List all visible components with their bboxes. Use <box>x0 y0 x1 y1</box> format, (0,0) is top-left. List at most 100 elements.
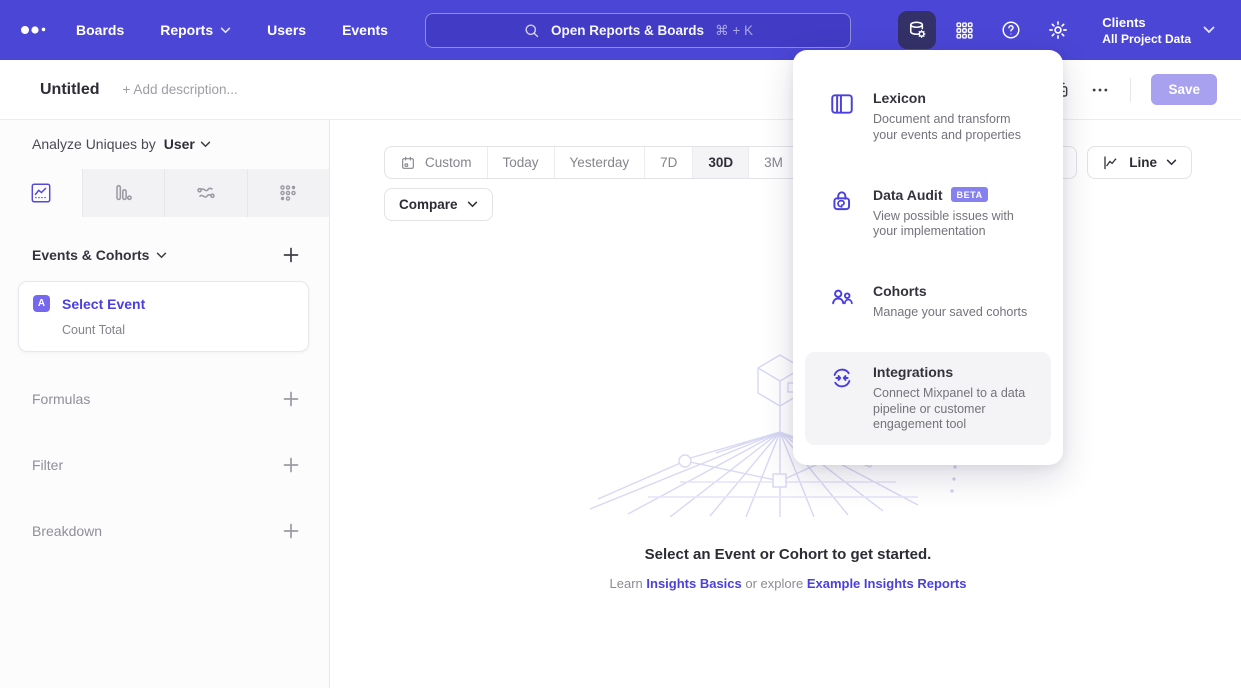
chevron-down-icon <box>467 201 478 208</box>
settings-button[interactable] <box>1039 11 1077 49</box>
nav-item-reports[interactable]: Reports <box>160 22 231 38</box>
menu-item-title: Integrations <box>873 364 1037 380</box>
events-section-header: Events & Cohorts <box>0 217 329 279</box>
chart-type-dropdown[interactable]: Line <box>1087 146 1192 179</box>
tab-bar-chart[interactable] <box>83 169 166 217</box>
menu-item-body: Lexicon Document and transform your even… <box>873 90 1037 144</box>
formulas-section: Formulas <box>0 366 329 432</box>
line-chart-icon <box>1102 154 1120 172</box>
chevron-down-icon <box>1166 159 1177 166</box>
range-30d-active[interactable]: 30D <box>693 147 749 178</box>
breakdown-section: Breakdown <box>0 498 329 564</box>
bar-chart-icon <box>112 182 134 204</box>
mixpanel-logo-icon[interactable] <box>18 22 52 38</box>
flows-icon <box>195 182 217 204</box>
range-label: Custom <box>425 155 472 170</box>
menu-item-description: Connect Mixpanel to a data pipeline or c… <box>873 386 1037 433</box>
events-section-toggle[interactable]: Events & Cohorts <box>32 247 167 263</box>
range-label: 30D <box>708 155 733 170</box>
gear-icon <box>1047 19 1069 41</box>
report-canvas: Custom Today Yesterday 7D 30D 3M 6M <box>330 120 1241 688</box>
divider <box>1130 78 1131 102</box>
event-card-row: A Select Event <box>33 295 294 312</box>
report-actions: Save <box>1050 74 1217 105</box>
range-yesterday[interactable]: Yesterday <box>555 147 646 178</box>
search-icon <box>523 22 540 39</box>
compare-label: Compare <box>399 197 458 212</box>
nav-item-events[interactable]: Events <box>342 22 388 38</box>
chart-type-tabs <box>0 169 329 217</box>
analyze-label: Analyze Uniques by <box>32 136 156 152</box>
plus-icon <box>283 247 299 263</box>
compare-dropdown[interactable]: Compare <box>384 188 493 221</box>
menu-item-lexicon[interactable]: Lexicon Document and transform your even… <box>805 78 1051 156</box>
menu-item-data-audit[interactable]: Data Audit BETA View possible issues wit… <box>805 175 1051 253</box>
nav-item-label: Events <box>342 22 388 38</box>
plus-icon <box>283 523 299 539</box>
tab-flows[interactable] <box>165 169 248 217</box>
ellipsis-icon <box>1090 80 1110 100</box>
data-management-menu: Lexicon Document and transform your even… <box>793 50 1063 465</box>
range-label: Yesterday <box>570 155 630 170</box>
event-metric-dropdown[interactable]: Count Total <box>62 323 294 337</box>
range-7d[interactable]: 7D <box>645 147 693 178</box>
filter-label: Filter <box>32 457 63 473</box>
add-breakdown-button[interactable] <box>283 523 299 539</box>
subtitle-text: Learn <box>610 576 647 591</box>
chart-type-label: Line <box>1129 155 1157 170</box>
cohorts-icon <box>829 283 855 321</box>
plus-icon <box>283 457 299 473</box>
add-description-field[interactable]: + Add description... <box>123 82 238 97</box>
range-today[interactable]: Today <box>488 147 555 178</box>
menu-item-body: Integrations Connect Mixpanel to a data … <box>873 364 1037 433</box>
chart-toolbar: Custom Today Yesterday 7D 30D 3M 6M <box>384 146 1192 179</box>
more-options-button[interactable] <box>1090 80 1110 100</box>
menu-item-description: Manage your saved cohorts <box>873 305 1027 321</box>
select-event-button[interactable]: Select Event <box>62 296 145 312</box>
breakdown-label: Breakdown <box>32 523 102 539</box>
nav-item-boards[interactable]: Boards <box>76 22 124 38</box>
calendar-icon <box>400 155 416 171</box>
nav-item-label: Boards <box>76 22 124 38</box>
menu-item-title-text: Data Audit <box>873 187 942 203</box>
add-filter-button[interactable] <box>283 457 299 473</box>
range-label: Today <box>503 155 539 170</box>
menu-item-title: Data Audit BETA <box>873 187 1037 203</box>
tab-retention[interactable] <box>248 169 330 217</box>
help-button[interactable] <box>992 11 1030 49</box>
range-3m[interactable]: 3M <box>749 147 799 178</box>
chevron-down-icon <box>156 252 167 259</box>
apps-grid-icon <box>954 20 975 41</box>
menu-item-body: Cohorts Manage your saved cohorts <box>873 283 1027 321</box>
project-labels: Clients All Project Data <box>1102 15 1191 46</box>
menu-item-title: Lexicon <box>873 90 1037 106</box>
analyze-value-dropdown[interactable]: User <box>164 136 211 152</box>
search-placeholder: Open Reports & Boards <box>551 23 704 38</box>
add-event-button[interactable] <box>283 247 299 263</box>
report-title[interactable]: Untitled <box>40 81 100 99</box>
add-formula-button[interactable] <box>283 391 299 407</box>
event-card[interactable]: A Select Event Count Total <box>18 281 309 352</box>
menu-item-integrations[interactable]: Integrations Connect Mixpanel to a data … <box>805 352 1051 445</box>
empty-state: Select an Event or Cohort to get started… <box>384 349 1192 591</box>
project-selector[interactable]: Clients All Project Data <box>1102 15 1215 46</box>
events-section-label: Events & Cohorts <box>32 247 149 263</box>
menu-item-description: View possible issues with your implement… <box>873 209 1037 241</box>
menu-item-cohorts[interactable]: Cohorts Manage your saved cohorts <box>805 271 1051 333</box>
insights-basics-link[interactable]: Insights Basics <box>646 576 741 591</box>
example-reports-link[interactable]: Example Insights Reports <box>807 576 967 591</box>
global-search-input[interactable]: Open Reports & Boards ⌘ + K <box>425 13 851 48</box>
range-label: 7D <box>660 155 677 170</box>
nav-item-users[interactable]: Users <box>267 22 306 38</box>
apps-grid-button[interactable] <box>945 11 983 49</box>
help-icon <box>1000 19 1022 41</box>
menu-item-description: Document and transform your events and p… <box>873 112 1037 144</box>
data-management-button[interactable] <box>898 11 936 49</box>
save-button[interactable]: Save <box>1151 74 1217 105</box>
line-chart-icon <box>30 182 52 204</box>
tab-insights-line[interactable] <box>0 169 83 217</box>
database-gear-icon <box>906 19 928 41</box>
data-audit-icon <box>829 187 855 241</box>
range-label: 3M <box>764 155 783 170</box>
range-custom[interactable]: Custom <box>385 147 488 178</box>
